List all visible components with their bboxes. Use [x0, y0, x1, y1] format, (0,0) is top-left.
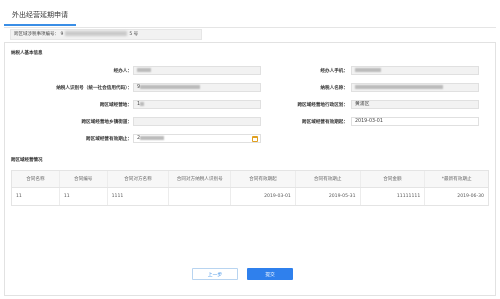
contracts-section-title: 跨区域经营情况 [11, 158, 43, 163]
taxpayer-id-label: 纳税人识别号（统一社会信用代码）： [56, 86, 132, 91]
business-street-input[interactable] [133, 117, 261, 126]
table-cell: 11 [12, 188, 60, 205]
col-header: 合同有效期起 [231, 171, 296, 187]
tab-label: 外出经营延期申请 [12, 11, 68, 19]
col-header: 合同金额 [361, 171, 426, 187]
business-district-label: 跨区域经营地行政区划： [297, 103, 348, 108]
matter-suffix: 5 号 [129, 32, 139, 37]
table-cell: 2019-03-01 [231, 188, 296, 205]
contracts-table: 合同名称 合同编号 合同对方名称 合同对方纳税人识别号 合同有效期起 合同有效期… [11, 170, 489, 206]
valid-to-date[interactable]: 2 [133, 134, 261, 143]
matter-prefix: 9 [60, 32, 64, 37]
business-street-label: 跨区域经营地乡镇街道： [81, 120, 132, 125]
table-cell: 2019-06-30 [457, 194, 484, 199]
table-cell: 11111111 [361, 188, 426, 205]
col-header: 合同对方纳税人识别号 [169, 171, 232, 187]
handler-phone-label: 经办人手机： [320, 69, 348, 74]
business-place-input[interactable]: 1 [133, 100, 261, 109]
business-district-select[interactable]: 黄浦区 [351, 100, 479, 109]
previous-step-button[interactable]: 上一步 [192, 268, 238, 280]
basic-section-title: 纳税人基本信息 [11, 51, 43, 56]
tab-extension-application[interactable]: 外出经营延期申请 [4, 6, 76, 26]
valid-from-label: 跨区域经营有效期起： [302, 120, 348, 125]
business-place-label: 跨区域经营地： [99, 103, 132, 108]
submit-button[interactable]: 提交 [247, 268, 293, 280]
matter-number-field: 跨区域涉税事项编号： 95 号 [10, 29, 202, 40]
application-form: 纳税人基本信息 经办人： 经办人手机： 纳税人识别号（统一社会信用代码）： 9 … [4, 42, 496, 296]
handler-label: 经办人： [113, 69, 132, 74]
table-cell: 11 [60, 188, 108, 205]
calendar-icon[interactable] [252, 136, 258, 142]
taxpayer-name-label: 纳税人名称： [320, 86, 348, 91]
col-header: 合同编号 [60, 171, 108, 187]
col-header: *最新有效期止 [441, 177, 472, 182]
table-header: 合同名称 合同编号 合同对方名称 合同对方纳税人识别号 合同有效期起 合同有效期… [12, 171, 488, 188]
handler-phone-input[interactable] [351, 66, 479, 75]
taxpayer-name-input[interactable] [351, 83, 479, 92]
table-cell: 2019-05-31 [296, 188, 361, 205]
valid-from-date[interactable]: 2019-03-01 [351, 117, 479, 126]
col-header: 合同对方名称 [108, 171, 170, 187]
table-cell: 1111 [108, 188, 170, 205]
taxpayer-id-input[interactable]: 9 [133, 83, 261, 92]
col-header: 合同有效期止 [296, 171, 361, 187]
table-cell [169, 188, 232, 205]
col-header: 合同名称 [12, 171, 60, 187]
table-row[interactable]: 11 11 1111 2019-03-01 2019-05-31 1111111… [12, 188, 488, 205]
handler-input[interactable] [133, 66, 261, 75]
tab-divider [4, 27, 496, 28]
valid-to-label: 跨区域经营有效期止： [86, 137, 132, 142]
matter-label: 跨区域涉税事项编号 [14, 32, 55, 37]
